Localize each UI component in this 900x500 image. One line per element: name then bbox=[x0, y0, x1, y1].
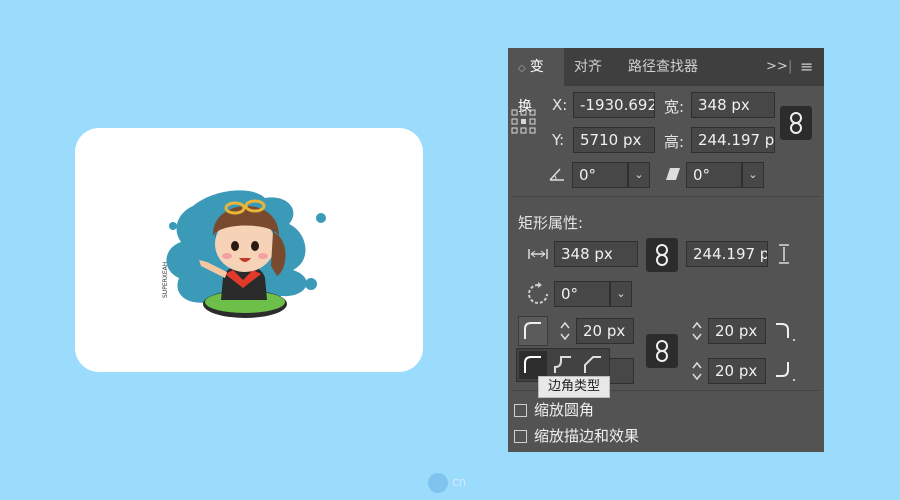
width-label: 宽: bbox=[664, 98, 685, 116]
corner-tr-input[interactable]: 20 px bbox=[708, 318, 766, 344]
rotate-input[interactable]: 0° bbox=[572, 162, 628, 188]
tab-align[interactable]: 对齐 bbox=[564, 48, 618, 86]
corner-br-type-icon[interactable] bbox=[772, 358, 798, 384]
corner-type-tl-button[interactable] bbox=[518, 316, 548, 346]
corner-chamfer-option[interactable] bbox=[579, 351, 607, 379]
logo-icon bbox=[428, 473, 448, 493]
link-icon bbox=[656, 340, 668, 362]
rect-width-icon bbox=[528, 249, 548, 259]
rect-rotate-icon bbox=[528, 282, 548, 304]
collapse-icon[interactable]: ◇ bbox=[518, 63, 526, 74]
scale-corners-label: 缩放圆角 bbox=[534, 401, 595, 419]
corner-round-option[interactable] bbox=[519, 351, 547, 379]
corner-type-tooltip: 边角类型 bbox=[538, 376, 610, 398]
constrain-proportions-button[interactable] bbox=[780, 106, 812, 140]
scale-corners-checkbox[interactable] bbox=[514, 404, 527, 417]
shear-input[interactable]: 0° bbox=[686, 162, 742, 188]
rounded-corner-icon bbox=[524, 322, 541, 339]
link-icon bbox=[790, 112, 802, 134]
tab-align-label: 对齐 bbox=[574, 59, 602, 75]
divider: | bbox=[788, 59, 793, 74]
rotate-dropdown[interactable]: ⌄ bbox=[628, 162, 650, 188]
x-input[interactable]: -1930.692 bbox=[573, 92, 655, 118]
corner-br-input[interactable]: 20 px bbox=[708, 358, 766, 384]
shear-icon bbox=[666, 168, 680, 180]
watermark-text: cn bbox=[452, 475, 467, 489]
y-input[interactable]: 5710 px bbox=[573, 127, 655, 153]
artwork-credit: SUPERXEAH bbox=[162, 262, 169, 298]
panel-tabbar: ◇ 变换 对齐 路径查找器 >> | ≡ bbox=[508, 48, 824, 115]
corner-inverted-option[interactable] bbox=[549, 351, 577, 379]
expand-icon[interactable]: >> bbox=[766, 48, 788, 86]
y-label: Y: bbox=[552, 131, 565, 149]
tab-transform[interactable]: ◇ 变换 bbox=[508, 48, 564, 115]
corner-tl-stepper[interactable] bbox=[556, 318, 574, 344]
rect-height-input[interactable]: 244.197 p bbox=[686, 241, 768, 267]
character-illustration: SUPERXEAH bbox=[162, 190, 326, 318]
link-icon bbox=[656, 244, 668, 266]
scale-strokes-label: 缩放描边和效果 bbox=[534, 427, 640, 445]
corner-tr-stepper[interactable] bbox=[688, 318, 706, 344]
x-label: X: bbox=[552, 96, 568, 114]
corner-tr-type-icon[interactable] bbox=[772, 318, 798, 344]
reference-point-icon[interactable] bbox=[510, 108, 538, 136]
tab-pathfinder[interactable]: 路径查找器 bbox=[618, 48, 714, 86]
artboard-card: SUPERXEAH bbox=[75, 128, 423, 372]
round-corner-icon bbox=[524, 356, 541, 373]
corner-br-stepper[interactable] bbox=[688, 358, 706, 384]
scale-strokes-checkbox[interactable] bbox=[514, 430, 527, 443]
rect-props-title: 矩形属性: bbox=[518, 214, 584, 232]
rect-link-button[interactable] bbox=[646, 238, 678, 272]
rotate-angle-icon bbox=[549, 168, 564, 181]
tab-pathfinder-label: 路径查找器 bbox=[628, 59, 698, 75]
separator bbox=[512, 196, 820, 197]
panel-menu-icon[interactable]: ≡ bbox=[800, 48, 813, 86]
width-input[interactable]: 348 px bbox=[691, 92, 775, 118]
rect-rotate-dropdown[interactable]: ⌄ bbox=[610, 281, 632, 307]
rect-height-icon bbox=[779, 244, 789, 264]
corner-link-button[interactable] bbox=[646, 334, 678, 368]
inverted-corner-icon bbox=[554, 356, 571, 373]
height-input[interactable]: 244.197 p bbox=[691, 127, 775, 153]
corner-tl-input[interactable]: 20 px bbox=[576, 318, 634, 344]
shear-dropdown[interactable]: ⌄ bbox=[742, 162, 764, 188]
rect-width-input[interactable]: 348 px bbox=[554, 241, 638, 267]
height-label: 高: bbox=[664, 133, 685, 151]
chamfer-corner-icon bbox=[584, 356, 601, 373]
rect-rotate-input[interactable]: 0° bbox=[554, 281, 610, 307]
